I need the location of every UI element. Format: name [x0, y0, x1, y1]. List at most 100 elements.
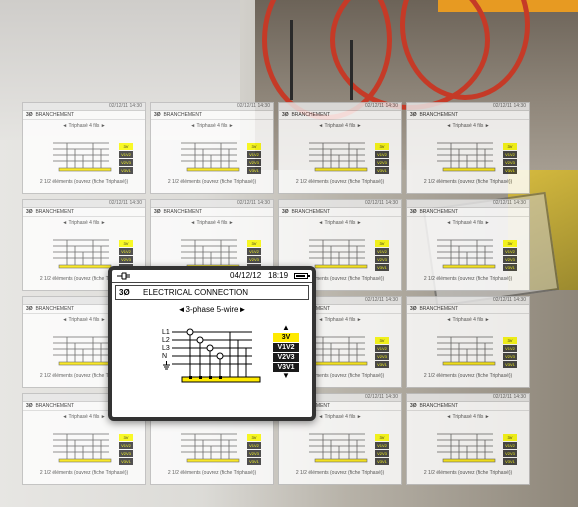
tile-badge: V2V3 [119, 450, 133, 457]
tile-wiring-diagram [53, 433, 112, 463]
screenshot-tile: 02/12/11 14:30 3Ø BRANCHEMENT ◄ Triphasé 4… [278, 102, 402, 194]
tile-subtitle: ◄ Triphasé 4 fils ► [446, 414, 490, 420]
electrical-connection-screen: 04/12/12 18:19 3Ø ELECTRICAL CONNECTION … [108, 266, 316, 421]
tile-header: BRANCHEMENT [291, 209, 331, 215]
tile-badge: 3V [119, 434, 133, 441]
tile-badge: V2V3 [119, 159, 133, 166]
tile-badge: V3V1 [119, 167, 133, 174]
tile-badges: 3VV1V2V2V3V3V1 [247, 434, 261, 466]
cable [350, 40, 353, 100]
option-3v[interactable]: 3V [273, 333, 299, 342]
tile-badge: V3V1 [503, 264, 517, 271]
tile-badge: V2V3 [247, 159, 261, 166]
tile-footer: 2 1/2 éléments (ouvrez (fiche Triphasé)) [423, 276, 513, 282]
tile-status-bar: 02/12/11 14:30 [407, 103, 529, 111]
tile-wiring-diagram [53, 336, 112, 366]
tile-badge: V1V2 [375, 151, 389, 158]
tile-footer: 2 1/2 éléments (ouvrez (fiche Triphasé)) [39, 470, 129, 476]
tile-status-bar: 02/12/11 14:30 [23, 200, 145, 208]
tile-subtitle: ◄ Triphasé 4 fils ► [318, 123, 362, 129]
tile-footer: 2 1/2 éléments (ouvrez (fiche Triphasé)) [167, 179, 257, 185]
tile-footer: 2 1/2 éléments (ouvrez (fiche Triphasé)) [423, 179, 513, 185]
tile-header: BRANCHEMENT [163, 209, 203, 215]
tile-badge: 3V [375, 240, 389, 247]
tile-wiring-diagram [53, 239, 112, 269]
ground-icon [163, 361, 170, 370]
tile-wiring-diagram [309, 239, 368, 269]
connection-mode-selector[interactable]: ◄3-phase 5-wire► [112, 305, 312, 314]
tile-badge: V2V3 [503, 159, 517, 166]
tile-title: 3Ø BRANCHEMENT [407, 111, 529, 120]
tile-header: BRANCHEMENT [163, 112, 203, 118]
tile-badge: 3V [503, 434, 517, 441]
line-label-l2: L2 [162, 337, 170, 344]
tile-datetime: 02/12/11 14:30 [109, 103, 142, 109]
tile-footer: 2 1/2 éléments (ouvrez (fiche Triphasé)) [423, 373, 513, 379]
tile-badges: 3VV1V2V2V3V3V1 [503, 337, 517, 369]
tile-header: BRANCHEMENT [35, 209, 75, 215]
tile-badges: 3VV1V2V2V3V3V1 [503, 434, 517, 466]
tile-wiring-diagram [309, 336, 368, 366]
tile-badge: V2V3 [375, 256, 389, 263]
tile-datetime: 02/12/11 14:30 [237, 200, 270, 206]
tile-title: 3Ø BRANCHEMENT [407, 305, 529, 314]
tile-badge: V1V2 [375, 442, 389, 449]
tile-footer: 2 1/2 éléments (ouvrez (fiche Triphasé)) [295, 470, 385, 476]
screenshot-tile: 02/12/11 14:30 3Ø BRANCHEMENT ◄ Triphasé 4… [406, 393, 530, 485]
tile-badge: V3V1 [375, 458, 389, 465]
current-sensors [186, 328, 224, 360]
tile-badge: V1V2 [247, 248, 261, 255]
tile-wiring-diagram [309, 142, 368, 172]
tile-status-bar: 02/12/11 14:30 [407, 297, 529, 305]
tile-badge: V3V1 [119, 458, 133, 465]
tile-subtitle: ◄ Triphasé 4 fils ► [446, 317, 490, 323]
option-v2v3[interactable]: V2V3 [273, 353, 299, 362]
tile-badge: V1V2 [503, 345, 517, 352]
selector-down-arrow[interactable]: ▼ [273, 372, 299, 380]
tile-footer: 2 1/2 éléments (ouvrez (fiche Triphasé)) [423, 470, 513, 476]
tile-badge: 3V [119, 240, 133, 247]
tile-badge: 3V [119, 143, 133, 150]
tile-header: BRANCHEMENT [35, 112, 75, 118]
tile-wiring-diagram [437, 433, 496, 463]
tile-wiring-diagram [181, 142, 240, 172]
tile-header: BRANCHEMENT [35, 306, 75, 312]
tile-subtitle: ◄ Triphasé 4 fils ► [190, 123, 234, 129]
tile-header: BRANCHEMENT [419, 403, 459, 409]
screen-title-bar: 3Ø ELECTRICAL CONNECTION [115, 285, 309, 300]
phase-symbol: 3Ø [119, 288, 130, 297]
tile-badge: 3V [503, 337, 517, 344]
line-label-n: N [162, 353, 167, 360]
selector-up-arrow[interactable]: ▲ [273, 324, 299, 332]
tile-title: 3Ø BRANCHEMENT [151, 111, 273, 120]
tile-badge: V1V2 [119, 442, 133, 449]
tile-title: 3Ø BRANCHEMENT [279, 208, 401, 217]
tile-badge: V3V1 [375, 167, 389, 174]
tile-badge: V2V3 [503, 450, 517, 457]
option-v1v2[interactable]: V1V2 [273, 343, 299, 352]
tile-wiring-diagram [437, 239, 496, 269]
tile-badge: V1V2 [503, 248, 517, 255]
tile-badge: V2V3 [375, 450, 389, 457]
tile-wiring-diagram [53, 142, 112, 172]
tile-title: 3Ø BRANCHEMENT [407, 402, 529, 411]
tile-title: 3Ø BRANCHEMENT [151, 208, 273, 217]
tile-subtitle: ◄ Triphasé 4 fils ► [446, 123, 490, 129]
tile-status-bar: 02/12/11 14:30 [151, 103, 273, 111]
tile-badge: V1V2 [119, 151, 133, 158]
tile-wiring-diagram [181, 433, 240, 463]
tile-footer: 2 1/2 éléments (ouvrez (fiche Triphasé)) [167, 470, 257, 476]
tile-badge: V3V1 [375, 361, 389, 368]
tile-footer: 2 1/2 éléments (ouvrez (fiche Triphasé)) [295, 179, 385, 185]
tile-badge: V2V3 [503, 256, 517, 263]
tile-badge: V1V2 [375, 248, 389, 255]
tile-badges: 3VV1V2V2V3V3V1 [119, 143, 133, 175]
tile-badge: 3V [247, 240, 261, 247]
tile-badge: V3V1 [247, 167, 261, 174]
battery-icon [294, 273, 310, 279]
tile-datetime: 02/12/11 14:30 [365, 200, 398, 206]
screenshot-tile: 02/12/11 14:30 3Ø BRANCHEMENT ◄ Triphasé 4… [406, 199, 530, 291]
tile-badges: 3VV1V2V2V3V3V1 [375, 143, 389, 175]
date-display: 04/12/12 [230, 271, 262, 280]
tile-datetime: 02/12/11 14:30 [237, 103, 270, 109]
